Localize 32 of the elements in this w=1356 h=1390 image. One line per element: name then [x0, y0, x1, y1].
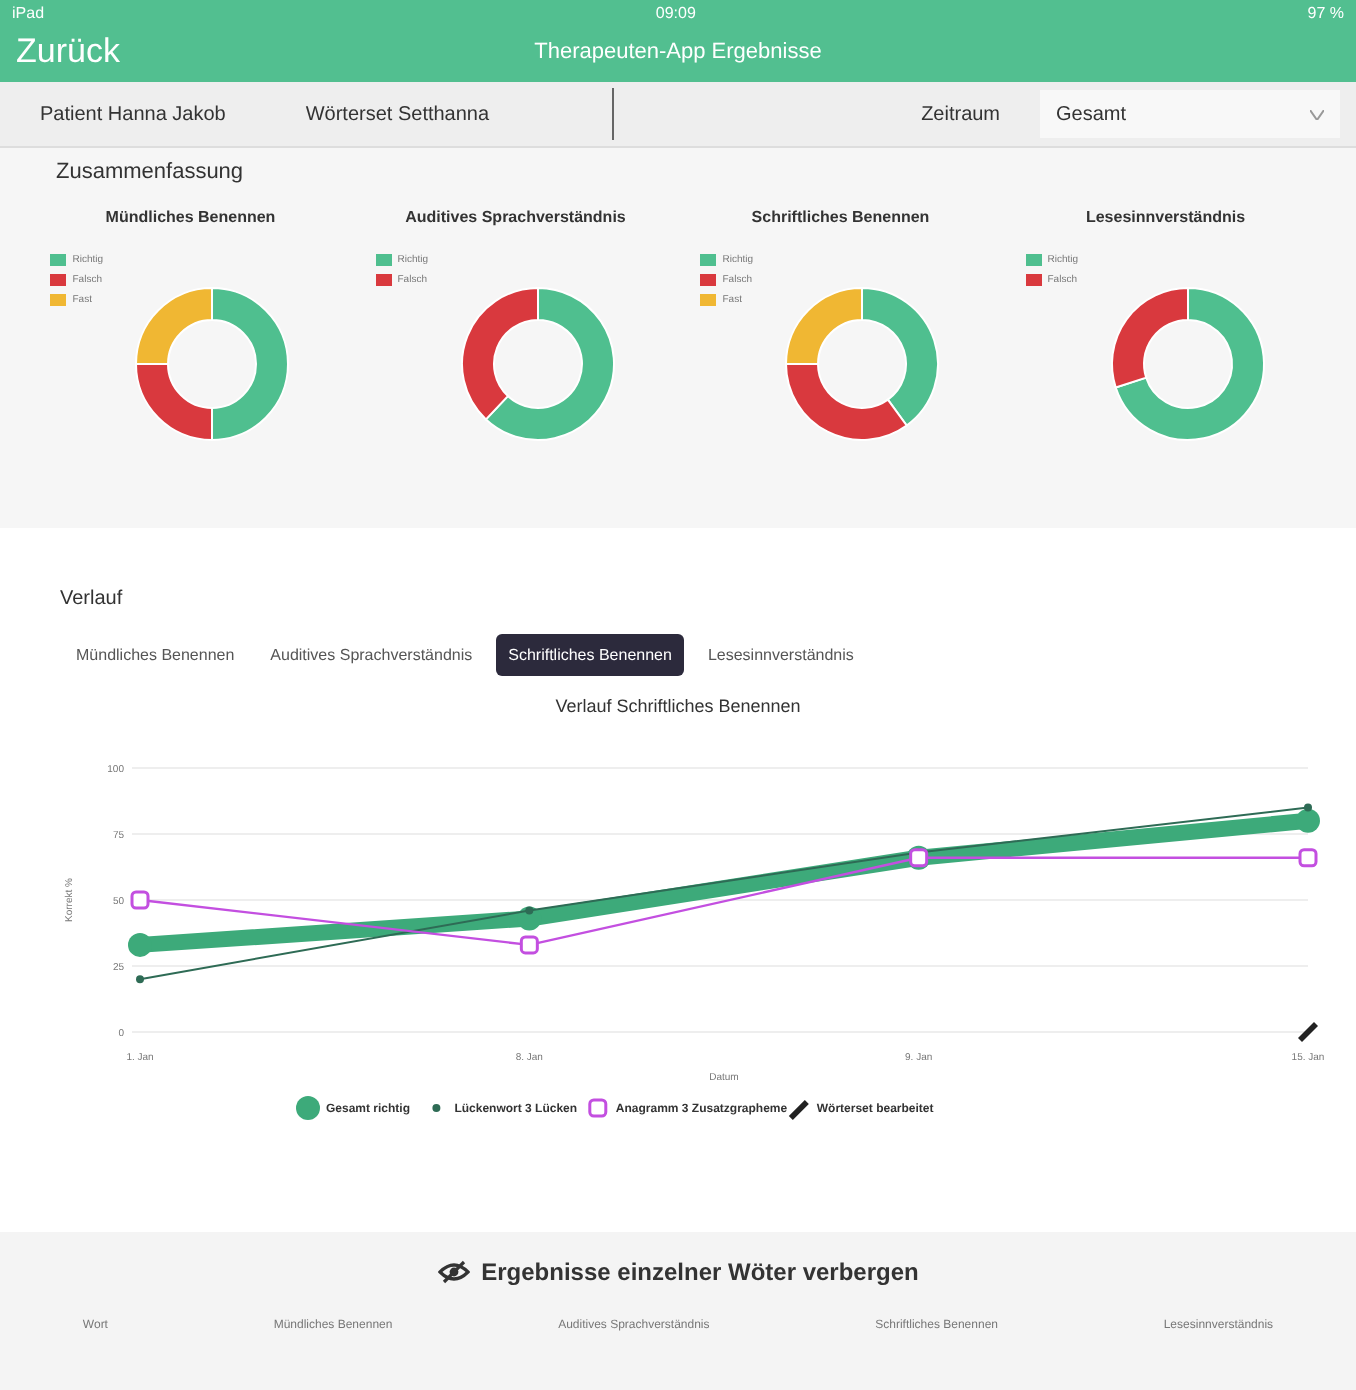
tab[interactable]: Lesesinnverständnis: [695, 634, 866, 676]
section-title: Verlauf: [60, 588, 125, 610]
pencil-icon: [788, 1100, 809, 1120]
legend-marker-icon: [432, 1104, 441, 1112]
eye-slash-icon: [437, 1260, 470, 1284]
tab[interactable]: Auditives Sprachverständnis: [258, 634, 485, 676]
pencil-icon: [1298, 1022, 1318, 1042]
data-point: [130, 890, 150, 910]
carrier-label: iPad: [12, 4, 45, 22]
data-point: [136, 975, 144, 984]
chart-title: Schriftliches Benennen: [751, 208, 930, 226]
chart-title: Mündliches Benennen: [105, 208, 276, 226]
time-label: 09:09: [655, 4, 696, 22]
tab[interactable]: Schriftliches Benennen: [496, 634, 684, 676]
data-point: [1298, 848, 1318, 868]
caret-icon: [1310, 109, 1325, 119]
battery-label: 97 %: [1307, 4, 1344, 22]
patient-label: Patient Hanna Jakob: [38, 103, 228, 125]
nav-title: Therapeuten-App Ergebnisse: [534, 40, 822, 64]
tab[interactable]: Mündliches Benennen: [64, 634, 247, 676]
legend-marker-icon: [588, 1098, 608, 1118]
period-label: Zeitraum: [919, 103, 1003, 125]
hide-results-button[interactable]: Ergebnisse einzelner Wöter verbergen: [425, 1256, 931, 1288]
data-point: [128, 932, 152, 957]
wordset-label: Wörterset Setthanna: [303, 103, 492, 125]
data-point: [519, 935, 539, 955]
chart-title: Verlauf Schriftliches Benennen: [553, 696, 803, 716]
legend-marker-icon: [296, 1096, 320, 1120]
section-title: Zusammenfassung: [56, 160, 246, 184]
chart-title: Lesesinnverständnis: [1085, 208, 1246, 226]
chart-title: Auditives Sprachverständnis: [405, 208, 626, 226]
period-dropdown[interactable]: Gesamt: [1040, 90, 1341, 138]
